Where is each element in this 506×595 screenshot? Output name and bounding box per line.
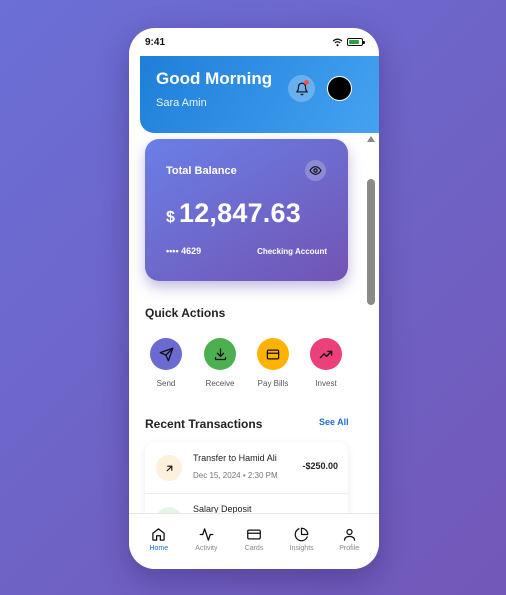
quick-action-invest[interactable]: Invest (304, 338, 348, 388)
download-icon (214, 347, 226, 360)
card-icon (266, 349, 280, 359)
invest-button[interactable] (310, 338, 342, 370)
tab-home[interactable]: Home (137, 514, 181, 569)
quick-action-receive[interactable]: Receive (198, 338, 242, 388)
status-bar: 9:41 (129, 28, 379, 56)
tab-cards-label: Cards (244, 545, 264, 552)
activity-icon (199, 528, 214, 541)
scrollbar[interactable] (366, 133, 375, 541)
transaction-date: Dec 15, 2024 • 2:30 PM (193, 471, 278, 480)
scrollbar-thumb[interactable] (367, 179, 375, 305)
notifications-button[interactable] (288, 75, 315, 102)
tab-profile-label: Profile (339, 545, 360, 552)
scroll-up-arrow[interactable] (367, 136, 375, 142)
tab-insights-label: Insights (289, 545, 314, 552)
notification-dot (304, 80, 309, 85)
transaction-amount: -$250.00 (302, 461, 338, 471)
user-name: Sara Amin (156, 97, 207, 109)
main-scroll-area[interactable]: Total Balance $ 12,847.63 •••• 4629 Chec… (129, 133, 379, 541)
trending-up-icon (319, 350, 333, 358)
send-icon (159, 347, 173, 361)
battery-icon (347, 38, 365, 46)
home-icon (152, 528, 166, 541)
toggle-balance-visibility-button[interactable] (305, 160, 326, 181)
pay-bills-label: Pay Bills (257, 379, 289, 388)
quick-actions-title: Quick Actions (145, 306, 226, 320)
balance-currency: $ (166, 209, 175, 226)
see-all-link[interactable]: See All (319, 417, 349, 427)
header-banner: Good Morning Sara Amin (140, 56, 379, 133)
phone-frame: 9:41 Good Morning Sara Amin Total Balanc… (129, 28, 379, 569)
receive-label: Receive (205, 379, 235, 388)
status-time: 9:41 (145, 36, 166, 48)
receive-button[interactable] (204, 338, 236, 370)
wifi-icon (332, 38, 343, 46)
tab-cards[interactable]: Cards (232, 514, 276, 569)
greeting-title: Good Morning (156, 69, 273, 88)
tab-insights[interactable]: Insights (280, 514, 324, 569)
credit-card-icon (247, 529, 261, 540)
transaction-name: Transfer to Hamid Ali (193, 453, 277, 463)
tab-home-label: Home (149, 545, 169, 552)
pay-bills-button[interactable] (257, 338, 289, 370)
balance-label: Total Balance (166, 165, 237, 177)
quick-action-pay-bills[interactable]: Pay Bills (251, 338, 295, 388)
tab-activity-label: Activity (195, 545, 218, 552)
send-button[interactable] (150, 338, 182, 370)
avatar[interactable] (327, 76, 352, 101)
invest-label: Invest (315, 379, 337, 388)
account-type: Checking Account (257, 247, 327, 256)
card-number: •••• 4629 (166, 246, 202, 256)
transaction-row[interactable]: Transfer to Hamid Ali Dec 15, 2024 • 2:3… (145, 442, 348, 494)
pie-chart-icon (294, 527, 309, 542)
recent-transactions-title: Recent Transactions (145, 417, 263, 431)
eye-icon (309, 166, 322, 175)
quick-action-send[interactable]: Send (144, 338, 188, 388)
arrow-up-right-icon (166, 465, 172, 471)
balance-card[interactable]: Total Balance $ 12,847.63 •••• 4629 Chec… (145, 139, 348, 281)
tab-activity[interactable]: Activity (184, 514, 228, 569)
tab-profile[interactable]: Profile (327, 514, 371, 569)
status-icons (332, 38, 365, 47)
balance-amount: 12,847.63 (179, 198, 301, 228)
bottom-tab-bar: Home Activity Cards Insights Profile (129, 513, 379, 569)
transaction-icon (156, 455, 182, 481)
user-icon (343, 528, 355, 541)
send-label: Send (156, 379, 176, 388)
